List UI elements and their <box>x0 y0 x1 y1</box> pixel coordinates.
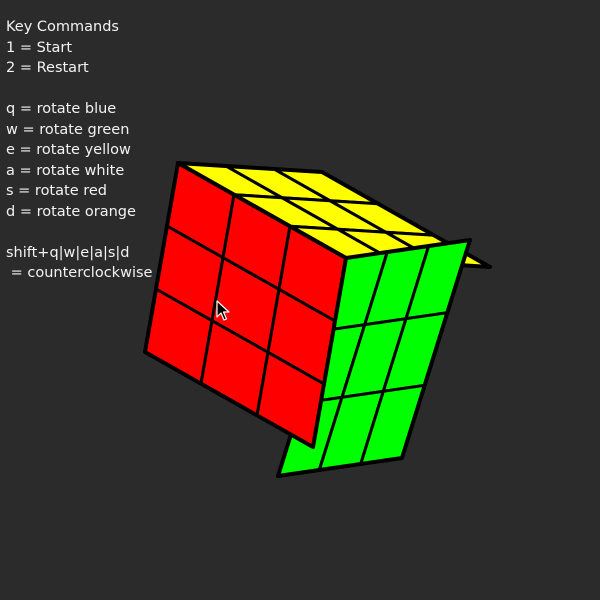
mouse-cursor-icon <box>216 300 230 321</box>
game-canvas[interactable]: Key Commands 1 = Start 2 = Restart q = r… <box>0 0 600 600</box>
rubiks-cube[interactable] <box>0 0 600 600</box>
